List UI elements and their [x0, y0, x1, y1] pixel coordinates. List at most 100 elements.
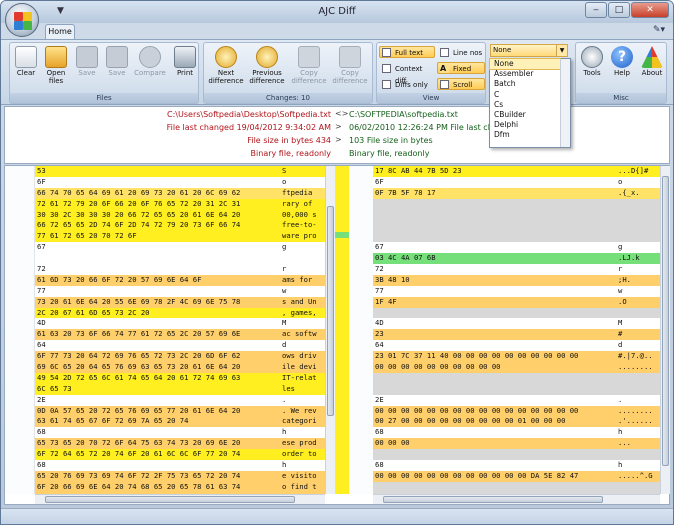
language-option[interactable]: Assembler — [490, 69, 560, 79]
language-option[interactable]: CBuilder — [490, 110, 560, 120]
compare-label: Compare — [134, 69, 166, 77]
scroll-thumb[interactable] — [383, 496, 603, 503]
hex-row: 73 20 61 6E 64 20 55 6E 69 78 2F 4C 69 6… — [35, 296, 325, 308]
hex-bytes: 00 00 00 00 00 00 00 00 00 00 — [375, 362, 501, 372]
diff-map-add — [335, 232, 349, 238]
scroll-thumb[interactable] — [45, 496, 295, 503]
previous-difference-button[interactable]: Previous difference — [248, 46, 286, 85]
language-option[interactable]: Batch — [490, 79, 560, 89]
right-horizontal-scrollbar[interactable] — [373, 494, 660, 504]
ascii-text: 00,000 s — [282, 209, 317, 219]
hex-row: 68 h — [35, 427, 325, 439]
ascii-text: o — [282, 176, 287, 186]
hex-row: 1F 4F .O — [373, 296, 660, 308]
hex-bytes: 64 — [375, 340, 384, 350]
font-a-icon: A — [440, 64, 449, 73]
ascii-text: o find t — [282, 481, 317, 491]
full-text-toggle[interactable]: Full text — [379, 46, 435, 58]
printer-icon — [174, 46, 196, 68]
print-button[interactable]: Print — [172, 46, 198, 77]
right-hex-pane[interactable]: 17 8C AB 44 7B 5D 23 ...D{]# 6F o 0F 7B 5F 7… — [373, 166, 660, 494]
save-button[interactable]: Save — [74, 46, 100, 77]
copy-difference-right-button[interactable]: Copy difference — [290, 46, 328, 85]
hex-bytes: 67 — [375, 242, 384, 252]
context-diff-toggle[interactable]: Context diff — [379, 62, 435, 85]
right-vertical-scrollbar[interactable] — [660, 166, 670, 494]
hex-bytes: 72 — [375, 264, 384, 274]
help-icon: ? — [611, 46, 633, 68]
context-diff-icon — [382, 64, 391, 73]
left-horizontal-scrollbar[interactable] — [35, 494, 325, 504]
hex-row: 68 h — [373, 460, 660, 471]
ascii-text: rary of — [282, 198, 313, 208]
hex-bytes: 61 6D 73 20 66 6F 72 20 57 69 6E 64 6F — [37, 274, 202, 284]
ascii-text: ...D{]# — [618, 166, 649, 175]
group-label-changes: Changes: 10 — [204, 93, 372, 103]
language-select[interactable]: None ▼ — [490, 44, 570, 58]
hex-bytes: 0D 0A 57 65 20 72 65 76 69 65 77 20 61 6… — [37, 405, 241, 415]
maximize-button[interactable]: □ — [608, 2, 630, 18]
about-button[interactable]: About — [638, 46, 666, 77]
application-menu-button[interactable] — [5, 3, 39, 37]
clear-button[interactable]: Clear — [14, 46, 38, 77]
language-option[interactable]: Dfm — [490, 130, 560, 140]
hex-row: 30 30 2C 30 30 30 20 66 72 65 65 20 61 6… — [35, 209, 325, 221]
help-button[interactable]: ? Help — [608, 46, 636, 77]
hex-bytes: 6F — [37, 176, 46, 186]
tab-home[interactable]: Home — [45, 24, 75, 39]
sync-scroll-toggle[interactable]: Scroll — [437, 78, 485, 90]
copy-left-arrow-icon — [339, 46, 361, 68]
left-vertical-scrollbar[interactable] — [325, 166, 335, 494]
hex-row: 72 r — [35, 264, 325, 275]
next-difference-button[interactable]: Next difference — [207, 46, 245, 85]
language-option[interactable]: Delphi — [490, 120, 560, 130]
open-files-button[interactable]: Open files — [42, 46, 70, 85]
ascii-text: order to — [282, 449, 317, 459]
diffs-only-toggle[interactable]: Diffs only — [379, 78, 435, 90]
hex-row: 77 w — [35, 285, 325, 297]
print-label: Print — [176, 69, 194, 77]
ascii-text: ware pro — [282, 231, 317, 241]
minimize-button[interactable]: ‒ — [585, 2, 607, 18]
language-option[interactable]: Cs — [490, 100, 560, 110]
language-option[interactable]: C — [490, 90, 560, 100]
logo-blue-quad — [14, 21, 23, 30]
hex-bytes: 00 00 00 — [375, 438, 410, 448]
help-label: Help — [614, 69, 630, 77]
language-select-value[interactable]: None ▼ — [490, 44, 568, 57]
ascii-text: e visito — [282, 470, 317, 480]
copy-difference-left-button[interactable]: Copy difference — [331, 46, 369, 85]
language-list-scrollbar[interactable] — [560, 59, 570, 147]
ascii-text: ows driv — [282, 351, 317, 361]
ascii-text: .LJ.k — [618, 253, 640, 263]
hex-row: 2E. — [373, 394, 660, 406]
close-button[interactable]: ✕ — [631, 2, 669, 18]
copy-difference-left-label: Copy difference — [332, 69, 368, 85]
scroll-thumb[interactable] — [327, 206, 334, 416]
hex-row: 00 00 00 00 00 00 00 00 00 00 00 00 00 0… — [373, 405, 660, 417]
chevron-down-icon[interactable]: ▼ — [556, 45, 567, 56]
options-icon[interactable]: ✎▾ — [653, 25, 665, 35]
hex-row: 03 4C 4A 07 6B .LJ.k — [373, 253, 660, 265]
left-hex-pane[interactable]: 53 S 6F o 66 74 70 65 64 69 61 20 69 73 20 6… — [35, 166, 325, 494]
language-option[interactable]: None — [489, 57, 561, 71]
save-right-button[interactable]: Save — [104, 46, 130, 77]
tools-button[interactable]: Tools — [578, 46, 606, 77]
hex-row: 65 73 65 20 70 72 6F 64 75 63 74 73 20 6… — [35, 438, 325, 450]
ascii-text: IT-relat — [282, 372, 317, 382]
compare-button[interactable]: Compare — [132, 46, 168, 77]
hex-row: 4D M — [373, 318, 660, 330]
fixed-font-toggle[interactable]: A Fixed — [437, 62, 485, 74]
scroll-thumb[interactable] — [662, 176, 669, 466]
group-label-files: Files — [10, 93, 198, 103]
hex-row: 67 g — [35, 242, 325, 254]
hex-row: 0D 0A 57 65 20 72 65 76 69 65 77 20 61 6… — [35, 405, 325, 417]
hex-row: 00 00 00 00 00 00 00 00 00 00........ — [373, 362, 660, 373]
group-misc: Tools ? Help About Misc — [575, 42, 667, 104]
diffs-only-label: Diffs only — [395, 81, 428, 89]
hex-row — [373, 449, 660, 461]
diff-map[interactable] — [335, 166, 349, 494]
line-numbers-toggle[interactable]: Line nos — [437, 46, 485, 58]
info-arrow: <> — [335, 109, 349, 118]
status-bar — [1, 508, 673, 524]
